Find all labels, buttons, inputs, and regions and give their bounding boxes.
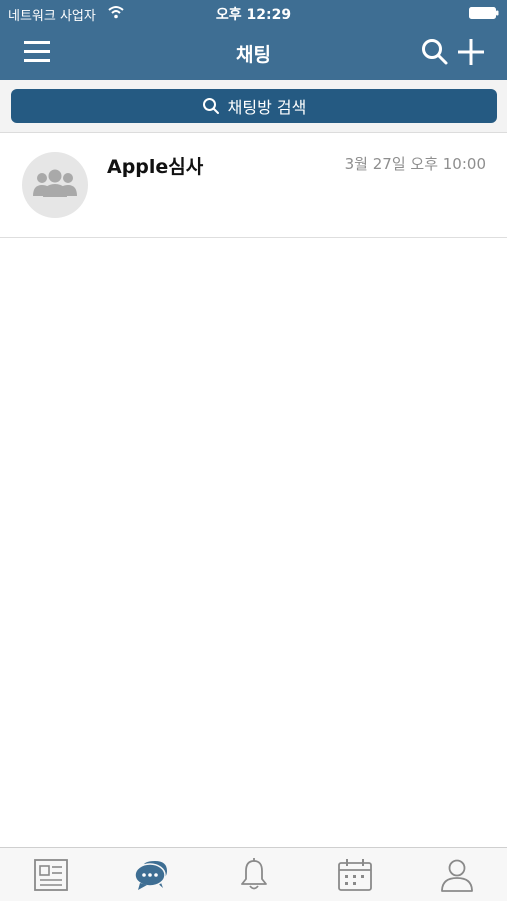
tab-notifications[interactable] [203,848,304,901]
avatar [22,152,88,218]
tab-profile[interactable] [406,848,507,901]
bell-icon [241,858,267,890]
battery-icon [469,7,499,19]
room-name: Apple심사 [107,156,204,178]
top-bar: 네트워크 사업자 오후 12:29 채팅 [0,0,507,80]
navigation-bar: 채팅 [0,26,507,80]
tab-news[interactable] [0,848,101,901]
search-chatroom-button[interactable]: 채팅방 검색 [11,89,497,123]
search-label: 채팅방 검색 [227,98,307,117]
search-icon[interactable] [421,37,449,67]
search-icon [202,98,219,114]
news-icon [34,859,68,891]
tab-calendar[interactable] [304,848,405,901]
chat-icon [134,861,167,890]
group-icon [33,169,77,197]
tab-bar [0,847,507,901]
status-bar: 네트워크 사업자 오후 12:29 [0,0,507,26]
status-time: 오후 12:29 [215,7,292,23]
calendar-icon [338,859,372,891]
tab-chat[interactable] [101,848,202,901]
person-icon [441,859,473,892]
search-area: 채팅방 검색 [0,80,507,133]
room-timestamp: 3월 27일 오후 10:00 [344,155,486,173]
add-icon[interactable] [456,37,486,67]
list-item[interactable]: Apple심사 3월 27일 오후 10:00 [0,133,507,238]
